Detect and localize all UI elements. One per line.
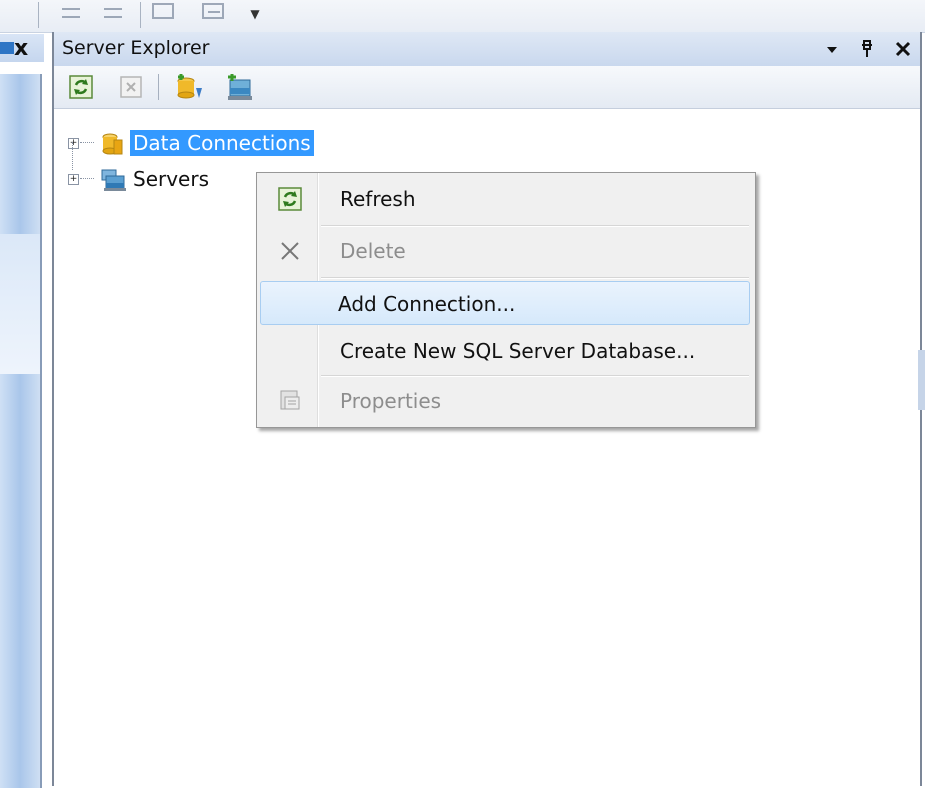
server-explorer-toolbar — [54, 66, 920, 109]
uncomment-icon[interactable] — [200, 2, 226, 24]
menu-separator — [321, 375, 749, 377]
left-tool-window-body — [0, 74, 42, 788]
connect-to-database-icon[interactable] — [174, 74, 202, 100]
menu-item-label: Create New SQL Server Database... — [340, 339, 696, 363]
title-bar-controls — [810, 35, 912, 63]
comment-icon[interactable] — [150, 2, 176, 24]
left-tool-window: x — [0, 34, 44, 788]
delete-x-icon — [278, 239, 302, 263]
left-tab-edge — [0, 42, 14, 54]
close-icon[interactable]: x — [14, 36, 28, 61]
menu-item-refresh[interactable]: Refresh — [260, 177, 750, 221]
refresh-icon[interactable] — [68, 74, 94, 100]
menu-item-properties[interactable]: Properties — [260, 379, 750, 423]
connect-to-server-icon[interactable] — [226, 74, 252, 100]
menu-item-add-connection[interactable]: Add Connection... — [260, 281, 750, 325]
menu-item-label: Properties — [340, 389, 442, 413]
server-explorer-tree: + Data Connections + Servers Refresh Del… — [54, 110, 920, 786]
menu-separator — [321, 225, 749, 227]
expand-icon[interactable]: + — [68, 138, 79, 149]
server-explorer-title-bar: Server Explorer — [54, 32, 920, 66]
chevron-down-icon[interactable] — [824, 35, 840, 59]
toolbar-separator — [140, 2, 141, 28]
toolbar-separator — [158, 74, 159, 100]
tree-connector-line — [80, 142, 94, 143]
context-menu: Refresh Delete Add Connection... Create … — [256, 172, 756, 428]
tree-connector-line — [72, 142, 73, 170]
left-body-highlight — [0, 234, 40, 374]
menu-separator — [321, 277, 749, 279]
delete-icon[interactable] — [118, 74, 144, 100]
menu-item-label: Delete — [340, 239, 406, 263]
toolbar-separator — [38, 2, 39, 28]
menu-item-label: Refresh — [340, 187, 416, 211]
toolbar-overflow-button[interactable]: ▼ — [248, 4, 262, 24]
refresh-icon — [278, 187, 302, 211]
window-edge-strip — [918, 350, 925, 410]
tree-node-label[interactable]: Data Connections — [130, 130, 314, 156]
server-explorer-window: Server Explorer + Data Connections + Ser… — [52, 32, 922, 786]
close-icon[interactable] — [894, 35, 912, 59]
expand-icon[interactable]: + — [68, 174, 79, 185]
properties-icon — [278, 389, 302, 413]
server-explorer-title: Server Explorer — [62, 37, 210, 59]
pin-icon[interactable] — [859, 35, 875, 59]
main-toolbar: ▼ — [0, 0, 925, 33]
tree-node-label[interactable]: Servers — [130, 166, 212, 192]
servers-icon — [100, 168, 126, 192]
align-left-icon[interactable] — [58, 2, 84, 24]
menu-item-delete[interactable]: Delete — [260, 229, 750, 273]
left-tool-window-header: x — [0, 34, 44, 62]
database-icon — [100, 132, 124, 156]
tree-connector-line — [80, 178, 94, 179]
menu-item-create-new-sql-server-database[interactable]: Create New SQL Server Database... — [260, 329, 750, 373]
menu-item-label: Add Connection... — [338, 292, 516, 316]
align-center-icon[interactable] — [100, 2, 126, 24]
